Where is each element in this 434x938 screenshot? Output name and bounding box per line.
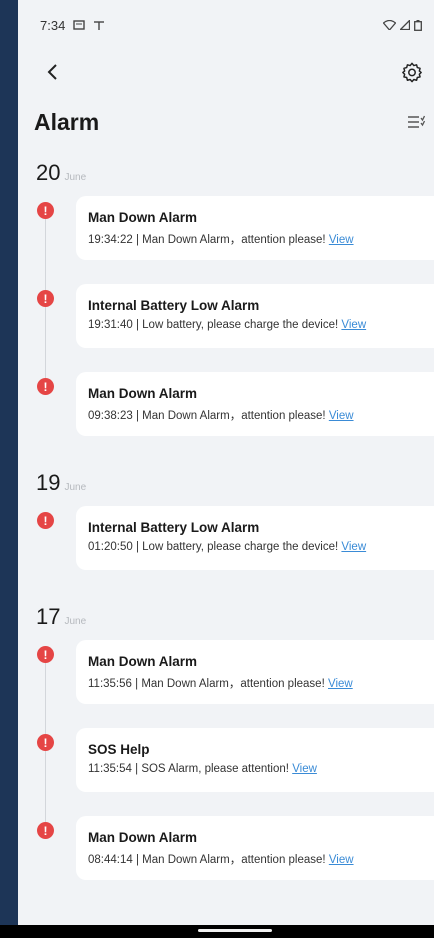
alarm-detail: 19:31:40 | Low battery, please charge th… <box>88 319 367 331</box>
date-day: 17 <box>36 604 61 629</box>
status-bar: 7:34 <box>18 0 434 50</box>
alarm-item: ! Man Down Alarm 08:44:14 | Man Down Ala… <box>18 816 434 904</box>
alarm-title: Man Down Alarm <box>88 830 198 845</box>
status-time: 7:34 <box>40 17 66 33</box>
home-gesture-handle[interactable] <box>198 929 272 932</box>
alarm-message: Man Down Alarm，attention please! <box>142 234 326 246</box>
date-group: 19 June ! Internal Battery Low Alarm 01:… <box>18 460 434 594</box>
alarm-item: ! Internal Battery Low Alarm 19:31:40 | … <box>18 284 434 372</box>
alarm-message: Low battery, please charge the device! <box>142 319 339 331</box>
date-month: June <box>64 616 87 627</box>
alarm-card[interactable]: Man Down Alarm 11:35:56 | Man Down Alarm… <box>76 640 434 704</box>
alarm-card[interactable]: Man Down Alarm 08:44:14 | Man Down Alarm… <box>76 816 434 880</box>
alarm-card[interactable]: Internal Battery Low Alarm 01:20:50 | Lo… <box>76 506 434 570</box>
alert-icon: ! <box>37 290 54 307</box>
date-group: 20 June ! Man Down Alarm 19:34:22 | Man … <box>18 150 434 460</box>
alarm-title: Internal Battery Low Alarm <box>88 298 260 313</box>
filter-list-icon <box>408 115 425 128</box>
alert-icon: ! <box>37 822 54 839</box>
alarm-item: ! Man Down Alarm 09:38:23 | Man Down Ala… <box>18 372 434 460</box>
alarm-message: Man Down Alarm，attention please! <box>142 854 326 866</box>
alarm-time: 19:34:22 <box>88 234 133 246</box>
view-link[interactable]: View <box>341 541 366 553</box>
alarm-title: Man Down Alarm <box>88 654 198 669</box>
alarm-card[interactable]: SOS Help 11:35:54 | SOS Alarm, please at… <box>76 728 434 792</box>
date-group: 17 June ! Man Down Alarm 11:35:56 | Man … <box>18 594 434 904</box>
battery-icon <box>414 19 422 31</box>
title-row: Alarm <box>18 94 434 150</box>
wifi-icon <box>383 20 396 30</box>
view-link[interactable]: View <box>329 234 354 246</box>
notification-icon <box>73 20 86 30</box>
alert-icon: ! <box>37 512 54 529</box>
filter-button[interactable] <box>402 108 430 136</box>
alarm-item: ! Man Down Alarm 19:34:22 | Man Down Ala… <box>18 196 434 284</box>
alarm-title: SOS Help <box>88 742 150 757</box>
alarm-time: 09:38:23 <box>88 410 133 422</box>
alarm-message: Low battery, please charge the device! <box>142 541 339 553</box>
alarm-card[interactable]: Man Down Alarm 09:38:23 | Man Down Alarm… <box>76 372 434 436</box>
alarm-detail: 09:38:23 | Man Down Alarm，attention plea… <box>88 410 354 422</box>
view-link[interactable]: View <box>329 410 354 422</box>
gear-icon <box>402 62 422 83</box>
alarm-title: Man Down Alarm <box>88 386 198 401</box>
alarm-title: Man Down Alarm <box>88 210 198 225</box>
settings-button[interactable] <box>396 56 428 88</box>
alert-icon: ! <box>37 202 54 219</box>
alarm-detail: 19:34:22 | Man Down Alarm，attention plea… <box>88 234 354 246</box>
system-nav-bar <box>0 925 434 938</box>
date-header: 17 June <box>18 594 434 640</box>
alarm-time: 08:44:14 <box>88 854 133 866</box>
date-month: June <box>64 482 87 493</box>
alarm-time: 11:35:56 <box>88 678 132 690</box>
view-link[interactable]: View <box>292 763 317 775</box>
alarm-item: ! Man Down Alarm 11:35:56 | Man Down Ala… <box>18 640 434 728</box>
alarm-detail: 11:35:54 | SOS Alarm, please attention! … <box>88 763 317 775</box>
date-month: June <box>64 172 87 183</box>
view-link[interactable]: View <box>329 854 354 866</box>
view-link[interactable]: View <box>341 319 366 331</box>
date-day: 19 <box>36 470 61 495</box>
date-header: 20 June <box>18 150 434 196</box>
alarm-card[interactable]: Man Down Alarm 19:34:22 | Man Down Alarm… <box>76 196 434 260</box>
antenna-icon <box>94 21 105 30</box>
alarm-title: Internal Battery Low Alarm <box>88 520 260 535</box>
alarm-item: ! SOS Help 11:35:54 | SOS Alarm, please … <box>18 728 434 816</box>
back-arrow-icon <box>47 64 57 80</box>
alert-icon: ! <box>37 734 54 751</box>
alert-icon: ! <box>37 646 54 663</box>
top-toolbar <box>18 50 434 94</box>
page-title: Alarm <box>34 108 100 135</box>
alarm-time: 11:35:54 <box>88 763 132 775</box>
view-link[interactable]: View <box>328 678 353 690</box>
alarm-detail: 11:35:56 | Man Down Alarm，attention plea… <box>88 678 353 690</box>
alarm-item: ! Internal Battery Low Alarm 01:20:50 | … <box>18 506 434 594</box>
alarm-detail: 08:44:14 | Man Down Alarm，attention plea… <box>88 854 354 866</box>
signal-icon <box>400 20 410 30</box>
date-header: 19 June <box>18 460 434 506</box>
alarm-message: Man Down Alarm，attention please! <box>141 678 325 690</box>
alarm-screen: 7:34 Alarm 20 June ! Man Down Alarm 19:3… <box>18 0 434 925</box>
alarm-time: 01:20:50 <box>88 541 133 553</box>
date-day: 20 <box>36 160 61 185</box>
alert-icon: ! <box>37 378 54 395</box>
alarm-message: Man Down Alarm，attention please! <box>142 410 326 422</box>
alarm-card[interactable]: Internal Battery Low Alarm 19:31:40 | Lo… <box>76 284 434 348</box>
alarm-message: SOS Alarm, please attention! <box>141 763 289 775</box>
back-button[interactable] <box>36 56 68 88</box>
alarm-time: 19:31:40 <box>88 319 133 331</box>
alarm-detail: 01:20:50 | Low battery, please charge th… <box>88 541 367 553</box>
